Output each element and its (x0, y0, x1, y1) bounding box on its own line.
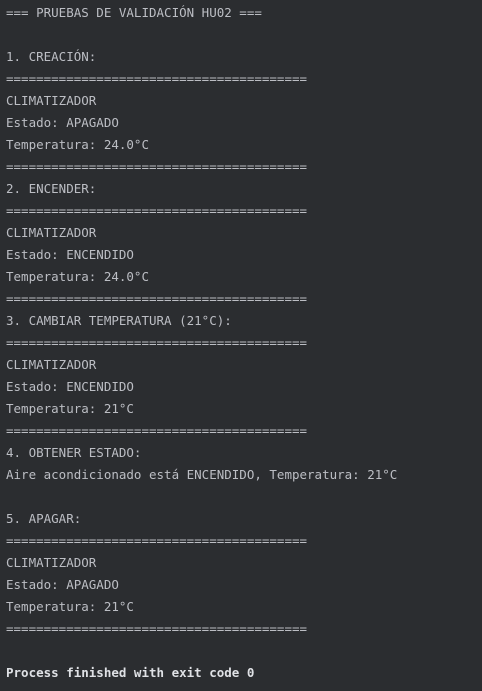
console-separator: ======================================== (6, 621, 308, 636)
console-line: 4. OBTENER ESTADO: (6, 445, 142, 460)
console-line: Estado: APAGADO (6, 115, 119, 130)
console-line: Temperatura: 24.0°C (6, 137, 149, 152)
console-line: 2. ENCENDER: (6, 181, 97, 196)
console-line: Estado: ENCENDIDO (6, 379, 134, 394)
console-line: === PRUEBAS DE VALIDACIÓN HU02 === (6, 5, 262, 20)
console-separator: ======================================== (6, 203, 308, 218)
process-exit-message: Process finished with exit code 0 (6, 665, 255, 680)
console-line: 5. APAGAR: (6, 511, 82, 526)
console-line: CLIMATIZADOR (6, 555, 97, 570)
console-separator: ======================================== (6, 533, 308, 548)
console-line: Aire acondicionado está ENCENDIDO, Tempe… (6, 467, 398, 482)
console-separator: ======================================== (6, 159, 308, 174)
console-line: Temperatura: 21°C (6, 599, 134, 614)
console-output[interactable]: === PRUEBAS DE VALIDACIÓN HU02 === 1. CRE… (0, 0, 482, 691)
console-line: Estado: APAGADO (6, 577, 119, 592)
console-line: CLIMATIZADOR (6, 93, 97, 108)
console-separator: ======================================== (6, 291, 308, 306)
console-line: CLIMATIZADOR (6, 225, 97, 240)
console-line: Temperatura: 21°C (6, 401, 134, 416)
console-line: Estado: ENCENDIDO (6, 247, 134, 262)
console-separator: ======================================== (6, 335, 308, 350)
console-line: Temperatura: 24.0°C (6, 269, 149, 284)
console-separator: ======================================== (6, 423, 308, 438)
console-separator: ======================================== (6, 71, 308, 86)
console-line: 3. CAMBIAR TEMPERATURA (21°C): (6, 313, 232, 328)
console-line: CLIMATIZADOR (6, 357, 97, 372)
console-line: 1. CREACIÓN: (6, 49, 97, 64)
